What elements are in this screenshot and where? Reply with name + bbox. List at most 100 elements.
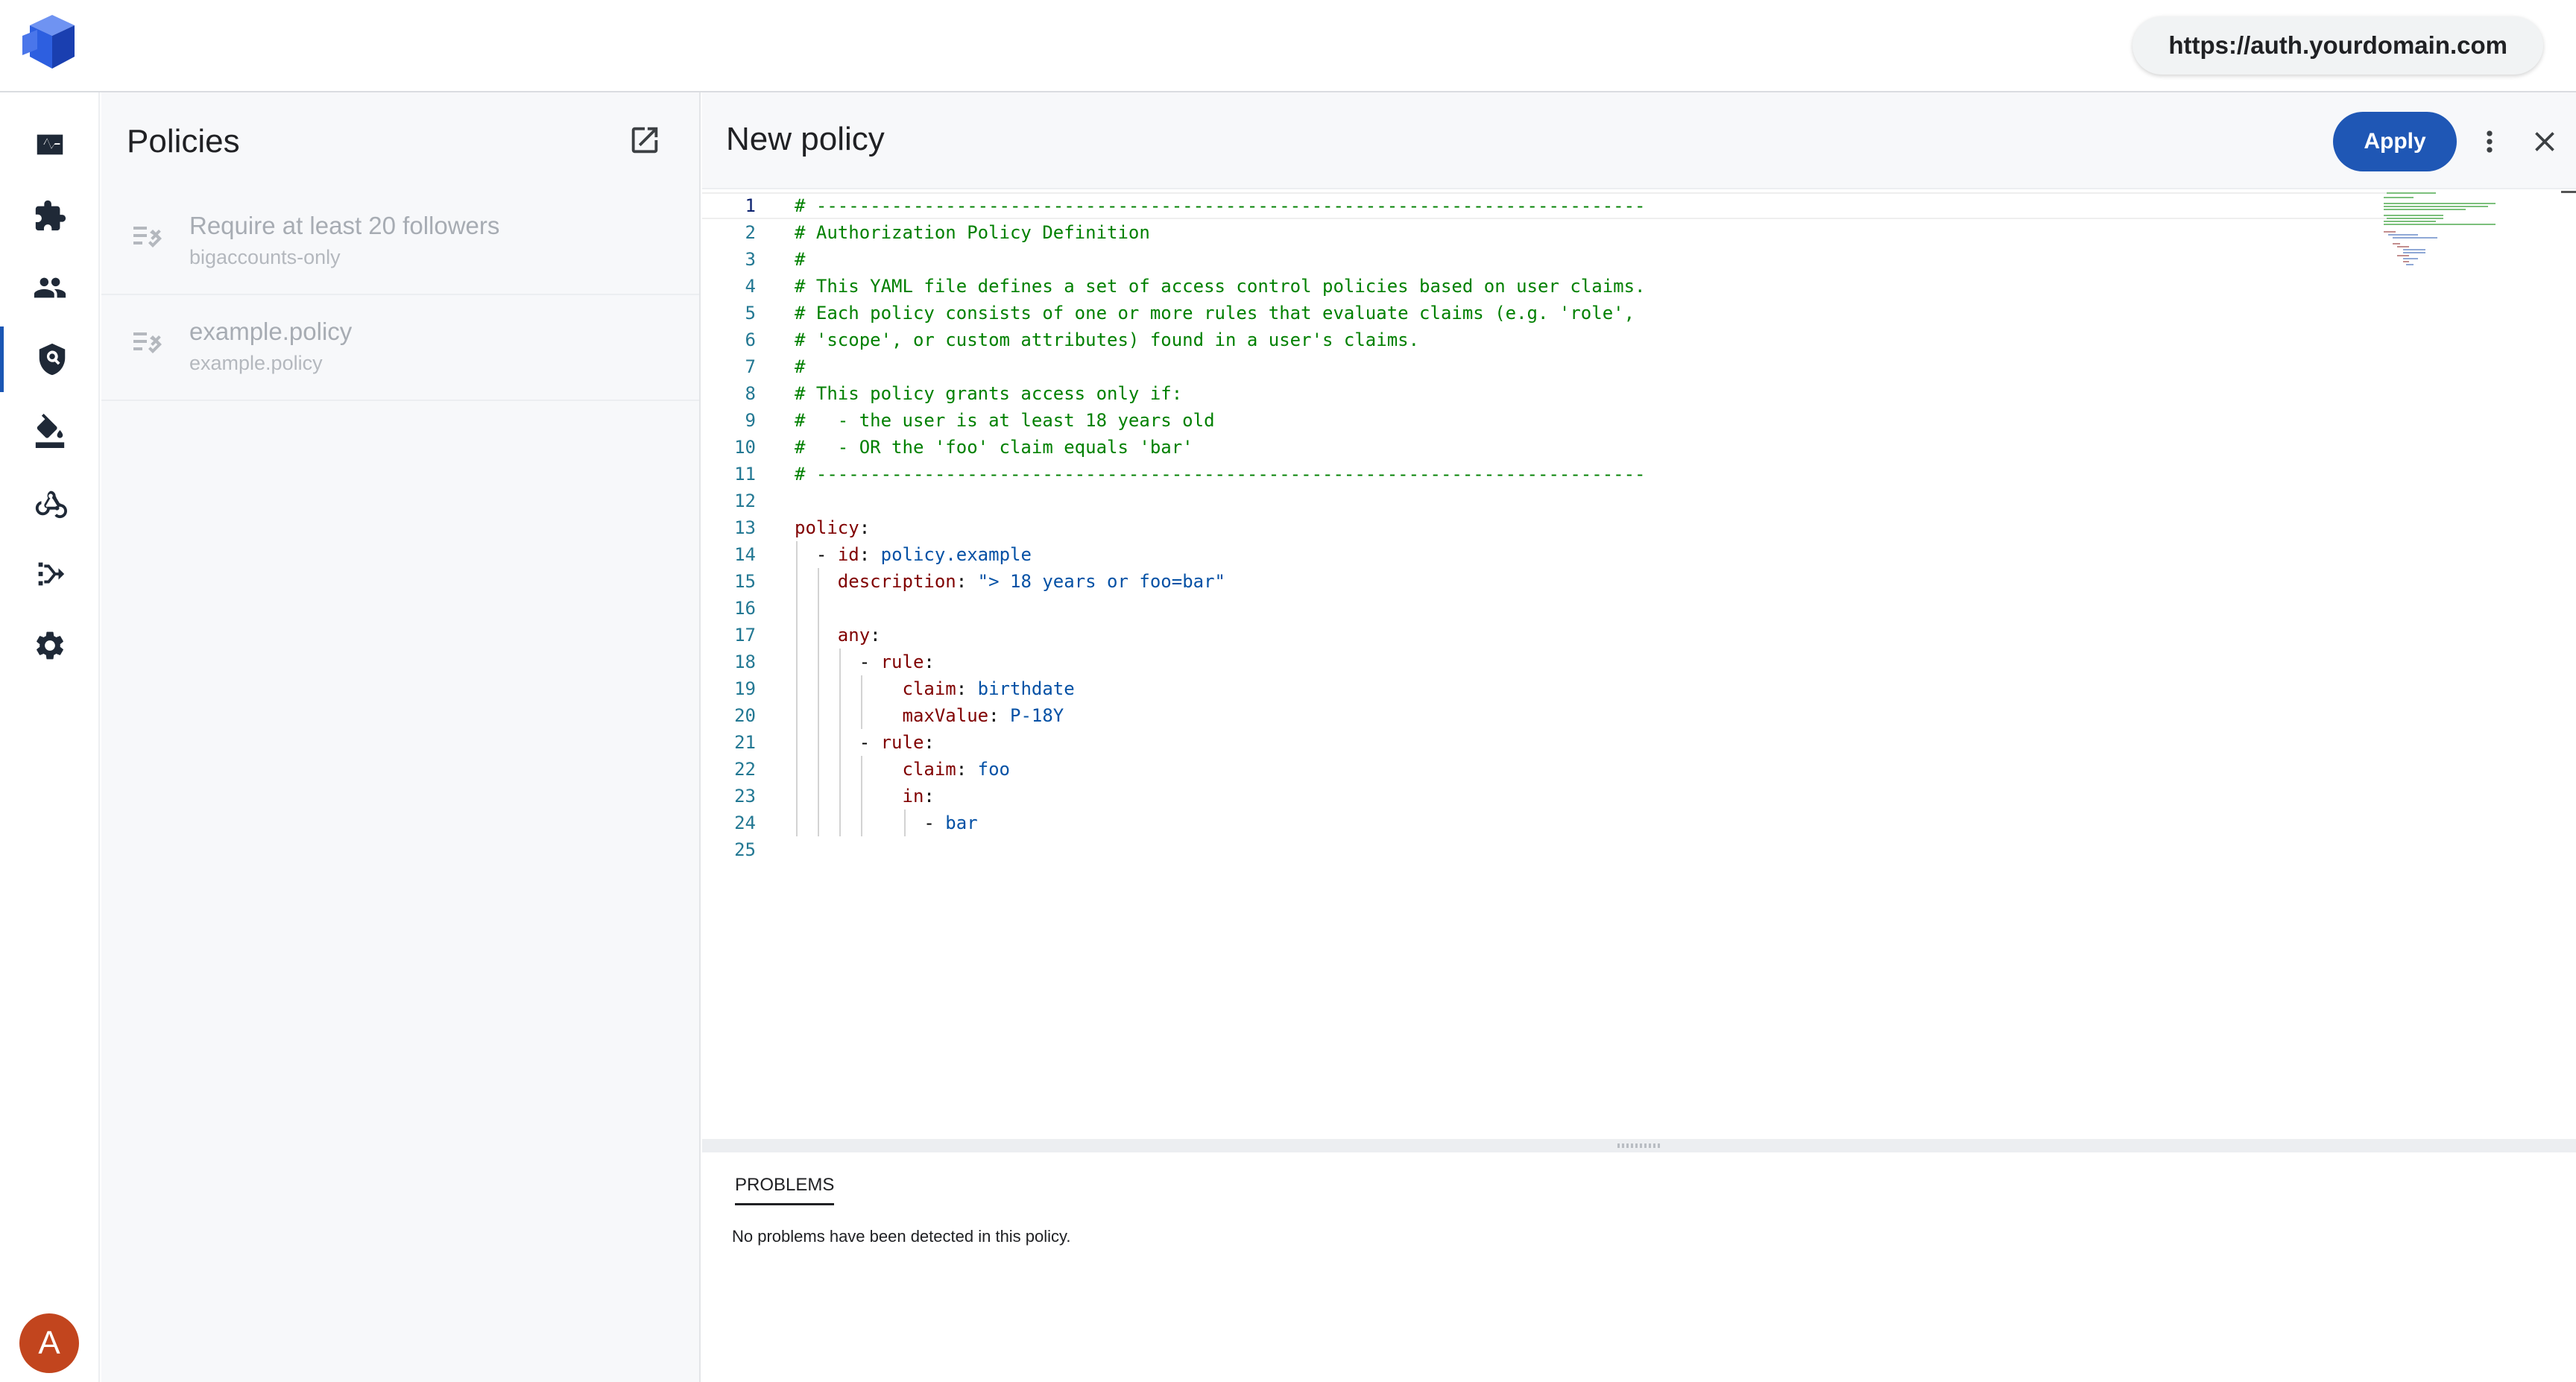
code-line[interactable]: 25 bbox=[702, 836, 2387, 863]
line-number: 6 bbox=[745, 329, 756, 350]
code-line[interactable]: 14 - id: policy.example bbox=[702, 541, 2387, 568]
webhook-icon bbox=[35, 490, 67, 519]
line-number: 15 bbox=[734, 571, 756, 592]
policy-editor-panel: New policy Apply 1 # -------------------… bbox=[702, 92, 2576, 1382]
splitter-grip-icon[interactable] bbox=[1617, 1143, 1662, 1148]
line-number: 19 bbox=[734, 678, 756, 699]
line-number: 24 bbox=[734, 813, 756, 833]
code-line[interactable]: 2 # Authorization Policy Definition bbox=[702, 219, 2387, 246]
policy-item-title: Require at least 20 followers bbox=[189, 212, 500, 239]
line-number: 23 bbox=[734, 786, 756, 807]
code-text: - id: policy.example bbox=[815, 544, 1032, 565]
code-line[interactable]: 24 - bar bbox=[702, 810, 2387, 836]
policies-header: Policies bbox=[101, 92, 699, 191]
cube-logo-icon[interactable] bbox=[19, 10, 82, 73]
open-in-new-icon[interactable] bbox=[628, 123, 662, 161]
editor-scrollbar[interactable] bbox=[2561, 191, 2576, 193]
code-line[interactable]: 22 claim: foo bbox=[702, 756, 2387, 783]
problems-panel: PROBLEMS No problems have been detected … bbox=[702, 1152, 2576, 1382]
policy-list-item[interactable]: Require at least 20 followers bigaccount… bbox=[101, 191, 699, 295]
policy-shield-icon bbox=[39, 343, 65, 376]
line-number: 10 bbox=[734, 437, 756, 458]
code-text: # Authorization Policy Definition bbox=[795, 222, 1150, 243]
code-text: # --------------------------------------… bbox=[795, 464, 1646, 485]
code-text: # 'scope', or custom attributes) found i… bbox=[795, 329, 1420, 350]
code-text: # This YAML file defines a set of access… bbox=[795, 276, 1646, 297]
line-number: 12 bbox=[734, 490, 756, 511]
nav-item-flows[interactable] bbox=[0, 541, 100, 607]
line-number: 1 bbox=[745, 195, 756, 216]
domain-url-chip[interactable]: https://auth.yourdomain.com bbox=[2133, 16, 2543, 75]
code-line[interactable]: 7 # bbox=[702, 353, 2387, 380]
code-line[interactable]: 16 bbox=[702, 595, 2387, 622]
apply-button[interactable]: Apply bbox=[2333, 112, 2457, 171]
settings-gear-icon bbox=[37, 631, 63, 660]
flow-icon bbox=[38, 562, 65, 586]
code-line[interactable]: 23 in: bbox=[702, 783, 2387, 810]
code-line[interactable]: 17 any: bbox=[702, 622, 2387, 649]
code-text: in: bbox=[902, 786, 935, 807]
nav-item-settings[interactable] bbox=[0, 613, 100, 678]
nav-item-policies[interactable] bbox=[0, 326, 100, 392]
user-avatar[interactable]: A bbox=[19, 1313, 79, 1373]
code-text: claim: foo bbox=[902, 759, 1011, 780]
line-number: 17 bbox=[734, 625, 756, 646]
nav-item-branding[interactable] bbox=[0, 398, 100, 464]
indent-guide bbox=[796, 541, 798, 836]
close-icon[interactable] bbox=[2528, 125, 2561, 158]
code-line[interactable]: 21 - rule: bbox=[702, 729, 2387, 756]
code-text: any: bbox=[837, 625, 881, 646]
panel-splitter[interactable] bbox=[702, 1139, 2576, 1152]
problems-message: No problems have been detected in this p… bbox=[732, 1227, 1071, 1246]
code-line[interactable]: 9 # - the user is at least 18 years old bbox=[702, 407, 2387, 434]
rule-check-icon bbox=[133, 227, 162, 247]
code-line[interactable]: 20 maxValue: P-18Y bbox=[702, 702, 2387, 729]
code-text: claim: birthdate bbox=[902, 678, 1075, 699]
code-line[interactable]: 19 claim: birthdate bbox=[702, 675, 2387, 702]
code-text: # --------------------------------------… bbox=[795, 195, 1646, 216]
code-line[interactable]: 4 # This YAML file defines a set of acces… bbox=[702, 273, 2387, 300]
code-text: maxValue: P-18Y bbox=[902, 705, 1064, 726]
line-number: 8 bbox=[745, 383, 756, 404]
code-editor[interactable]: 1 # -------------------------------------… bbox=[702, 189, 2576, 1143]
policies-title: Policies bbox=[127, 123, 240, 160]
policy-list-item[interactable]: example.policy example.policy bbox=[101, 297, 699, 401]
code-text: # bbox=[795, 356, 806, 377]
code-text: # This policy grants access only if: bbox=[795, 383, 1183, 404]
code-line[interactable]: 3 # bbox=[702, 246, 2387, 273]
editor-header: New policy Apply bbox=[702, 92, 2576, 189]
nav-item-extensions[interactable] bbox=[0, 183, 100, 249]
code-text: - rule: bbox=[859, 732, 935, 753]
line-number: 9 bbox=[745, 410, 756, 431]
tab-problems[interactable]: PROBLEMS bbox=[735, 1175, 835, 1205]
policy-item-title: example.policy bbox=[189, 318, 353, 345]
code-text: description: "> 18 years or foo=bar" bbox=[837, 571, 1225, 592]
code-line[interactable]: 6 # 'scope', or custom attributes) found … bbox=[702, 326, 2387, 353]
nav-item-webhooks[interactable] bbox=[0, 470, 100, 535]
code-line[interactable]: 13 policy: bbox=[702, 514, 2387, 541]
line-number: 3 bbox=[745, 249, 756, 270]
code-line[interactable]: 5 # Each policy consists of one or more r… bbox=[702, 300, 2387, 326]
indent-guide bbox=[903, 810, 906, 836]
code-text: - rule: bbox=[859, 651, 935, 672]
nav-item-activity[interactable] bbox=[0, 112, 100, 177]
avatar-initial: A bbox=[38, 1325, 60, 1361]
code-line[interactable]: 8 # This policy grants access only if: bbox=[702, 380, 2387, 407]
code-line[interactable]: 11 # ------------------------------------… bbox=[702, 461, 2387, 488]
domain-url-text: https://auth.yourdomain.com bbox=[2168, 31, 2507, 59]
line-number: 21 bbox=[734, 732, 756, 753]
code-line[interactable]: 12 bbox=[702, 488, 2387, 514]
line-number: 4 bbox=[745, 276, 756, 297]
code-line[interactable]: 18 - rule: bbox=[702, 649, 2387, 675]
nav-item-users[interactable] bbox=[0, 255, 100, 321]
line-number: 25 bbox=[734, 839, 756, 860]
code-line[interactable]: 15 description: "> 18 years or foo=bar" bbox=[702, 568, 2387, 595]
more-vert-icon[interactable] bbox=[2473, 125, 2506, 158]
line-number: 13 bbox=[734, 517, 756, 538]
rule-check-icon bbox=[133, 332, 162, 353]
code-line[interactable]: 10 # - OR the 'foo' claim equals 'bar' bbox=[702, 434, 2387, 461]
code-line[interactable]: 1 # -------------------------------------… bbox=[702, 192, 2387, 219]
code-minimap[interactable] bbox=[2384, 189, 2510, 271]
activity-icon bbox=[37, 134, 63, 155]
line-number: 14 bbox=[734, 544, 756, 565]
